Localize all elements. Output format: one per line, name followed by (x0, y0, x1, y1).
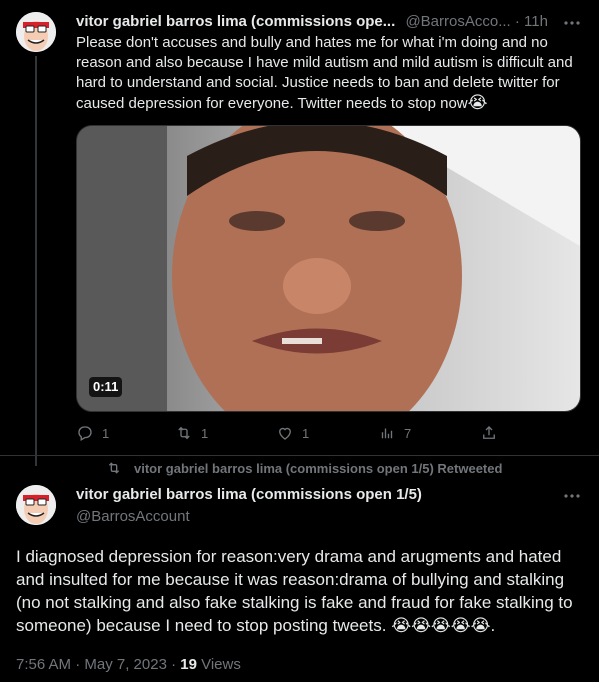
like-count: 1 (302, 425, 310, 441)
tweet2-header: vitor gabriel barros lima (commissions o… (76, 485, 422, 527)
tweet2-handle[interactable]: @BarrosAccount (76, 507, 422, 527)
tweet2-views-count: 19 (180, 656, 197, 673)
tweet1-display-name[interactable]: vitor gabriel barros lima (commissions o… (76, 13, 395, 30)
views-button[interactable]: 7 (378, 424, 411, 442)
tweet1-handle[interactable]: @BarrosAcco... (405, 13, 510, 30)
tweet1-text: Please don't accuses and bully and hates… (76, 33, 581, 114)
tweet2-text: I diagnosed depression for reason:very d… (16, 545, 584, 637)
tweet1-video[interactable]: 0:11 (76, 125, 581, 412)
tweet1-body: Please don't accuses and bully and hates… (76, 34, 573, 112)
like-button[interactable]: 1 (276, 424, 309, 442)
reply-button[interactable]: 1 (76, 424, 109, 442)
tweet2-views-label: Views (201, 656, 241, 673)
reply-icon (78, 426, 92, 441)
tweet2-meta: 7:56 AM · May 7, 2023 · 19 Views (16, 655, 241, 675)
retweet-count: 1 (201, 425, 209, 441)
views-count: 7 (404, 425, 412, 441)
crying-emojis: 😭😭😭😭😭 (391, 616, 491, 635)
tweet1-dot: · (514, 13, 520, 30)
avatar-tweet2[interactable] (16, 485, 56, 525)
tweet-divider (0, 455, 599, 456)
tweet2-end: . (490, 616, 496, 635)
avatar-image (16, 12, 56, 52)
avatar-image (16, 485, 56, 525)
avatar-tweet1[interactable] (16, 12, 56, 52)
loudly-crying-emoji: 😭 (467, 93, 488, 112)
tweet2-timestamp[interactable]: 7:56 AM · May 7, 2023 · (16, 656, 180, 673)
tweet2-display-name[interactable]: vitor gabriel barros lima (commissions o… (76, 485, 422, 505)
more-horizontal-icon[interactable] (562, 13, 582, 33)
retweeted-label[interactable]: vitor gabriel barros lima (commissions o… (106, 460, 502, 476)
thread-connector-line (35, 56, 37, 466)
heart-icon (279, 427, 291, 440)
retweet-icon (178, 426, 190, 440)
analytics-icon (381, 428, 393, 439)
retweet-small-icon (108, 462, 120, 474)
retweeted-text: vitor gabriel barros lima (commissions o… (134, 460, 503, 476)
video-duration-badge: 0:11 (89, 377, 123, 397)
more-horizontal-icon[interactable] (562, 486, 582, 506)
retweet-button[interactable]: 1 (175, 424, 208, 442)
video-thumbnail (77, 126, 580, 411)
share-icon (483, 426, 495, 439)
share-button[interactable] (480, 424, 498, 442)
tweet1-time[interactable]: 11h (524, 13, 548, 30)
reply-count: 1 (102, 425, 110, 441)
tweet1-header: vitor gabriel barros lima (commissions o… (76, 12, 586, 32)
